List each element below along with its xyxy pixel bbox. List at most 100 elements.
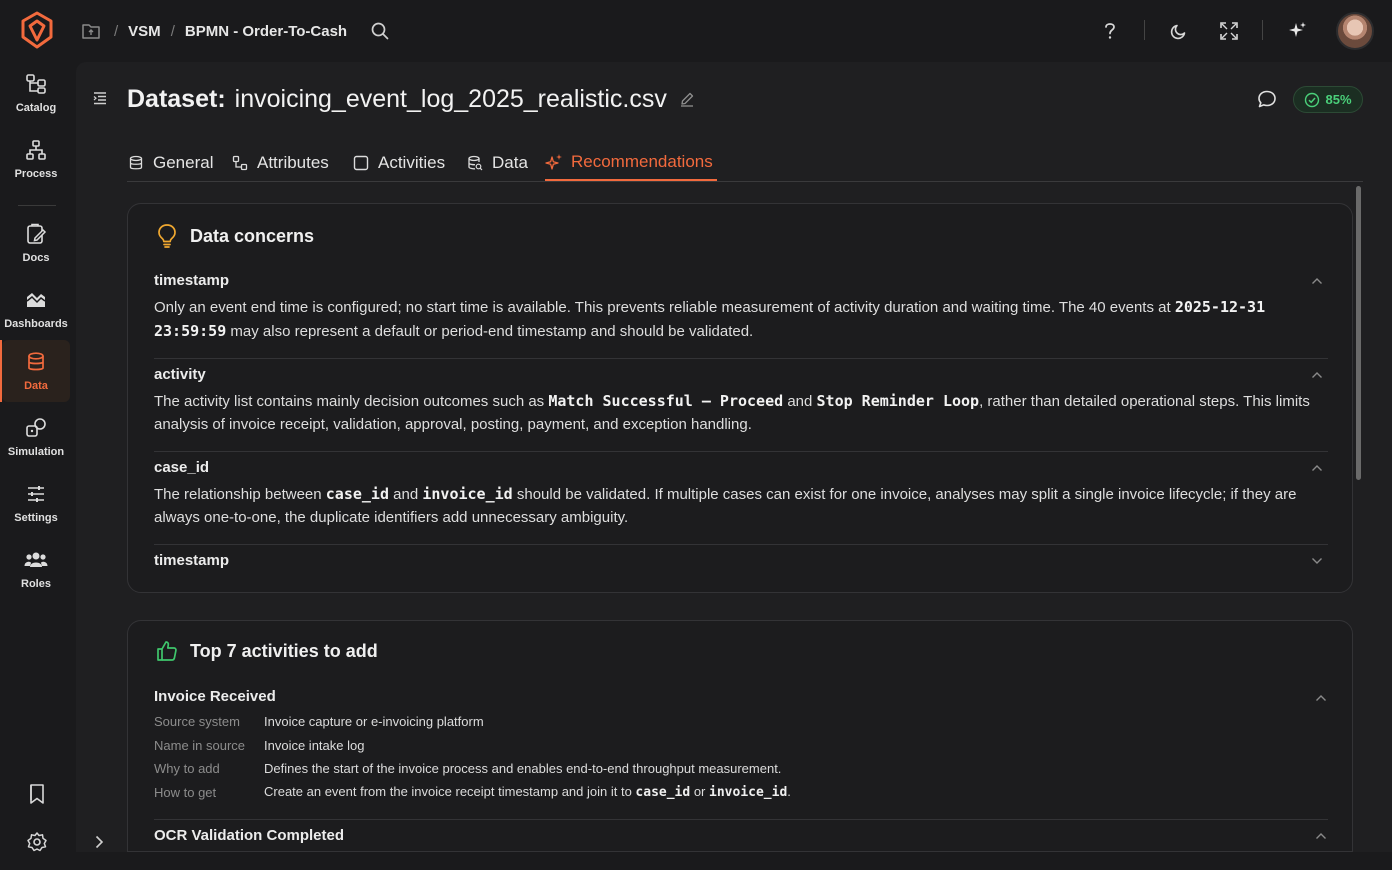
chevron-up-icon[interactable]: [1314, 829, 1328, 843]
sidebar-item-label: Docs: [22, 252, 50, 264]
process-icon: [24, 138, 48, 162]
sidebar-item-dashboards[interactable]: Dashboards: [2, 278, 70, 340]
sidebar-item-docs[interactable]: Docs: [2, 212, 70, 274]
tab-attributes[interactable]: Attributes: [231, 144, 329, 181]
concern-title: timestamp: [154, 272, 230, 289]
tab-general[interactable]: General: [127, 144, 213, 181]
users-icon: [24, 548, 48, 572]
breadcrumb-item-current[interactable]: BPMN - Order-To-Cash: [185, 23, 347, 40]
tab-activities[interactable]: Activities: [352, 144, 445, 181]
card-title: Data concerns: [190, 225, 315, 246]
sidebar-item-simulation[interactable]: Simulation: [2, 406, 70, 468]
folder-icon[interactable]: [80, 20, 102, 42]
avatar[interactable]: [1336, 12, 1374, 50]
sidebar-item-label: Dashboards: [4, 318, 68, 330]
concern-description: The relationship between case_id and inv…: [154, 485, 1297, 526]
concern-description: The activity list contains mainly decisi…: [154, 392, 1310, 433]
scrollbar[interactable]: [1356, 186, 1361, 480]
divider: [154, 358, 1328, 359]
data-concerns-card: Data concerns timestamp Only an event en…: [127, 203, 1353, 593]
breadcrumb-separator: /: [114, 22, 119, 40]
activity-title[interactable]: Invoice Received: [154, 688, 276, 705]
chevron-down-icon[interactable]: [1310, 554, 1324, 568]
database-search-icon: [466, 154, 484, 172]
sidebar-item-data[interactable]: Data: [2, 340, 70, 402]
activity-detail-row: Source system Invoice capture or e-invoi…: [154, 713, 484, 729]
page-title-label: Dataset:: [127, 84, 226, 113]
search-icon[interactable]: [369, 20, 391, 42]
sidebar-divider: [18, 205, 56, 206]
card-header: Top 7 activities to add: [154, 637, 378, 665]
tab-bar: General Attributes Activities Data Recom…: [127, 144, 1363, 182]
tab-data[interactable]: Data: [466, 144, 528, 181]
tab-label: Data: [492, 152, 528, 172]
tab-label: General: [153, 152, 214, 172]
card-title: Top 7 activities to add: [190, 640, 378, 661]
bookmark-icon[interactable]: [26, 783, 48, 805]
activity-title[interactable]: OCR Validation Completed: [154, 827, 344, 844]
activity-detail-row: Name in source Invoice intake log: [154, 737, 365, 753]
chevron-up-icon[interactable]: [1310, 368, 1324, 382]
dataset-name: invoicing_event_log_2025_realistic.csv: [234, 84, 667, 113]
breadcrumb: / VSM / BPMN - Order-To-Cash: [80, 19, 391, 43]
toolbar-divider: [1144, 20, 1145, 40]
comment-icon[interactable]: [1256, 88, 1278, 110]
tab-label: Activities: [378, 152, 446, 172]
chevron-up-icon[interactable]: [1310, 461, 1324, 475]
top-bar: / VSM / BPMN - Order-To-Cash: [0, 0, 1392, 62]
dashboards-icon: [24, 288, 48, 312]
quality-score-value: 85%: [1325, 92, 1352, 107]
collapse-list-icon[interactable]: [90, 88, 110, 108]
concern-item[interactable]: case_id The relationship between case_id…: [154, 458, 1328, 529]
sparkle-icon: [545, 153, 563, 171]
chevron-up-icon[interactable]: [1314, 691, 1328, 705]
square-icon: [352, 154, 370, 172]
tab-label: Attributes: [257, 152, 329, 172]
concern-title: activity: [154, 366, 206, 383]
activity-detail-row: How to get Create an event from the invo…: [154, 784, 791, 800]
gear-icon[interactable]: [26, 831, 48, 853]
sidebar-item-label: Roles: [21, 578, 51, 590]
concern-description: Only an event end time is configured; no…: [154, 298, 1266, 340]
sidebar: Catalog Process Docs Dashboards Data Sim…: [0, 62, 74, 870]
breadcrumb-item-vsm[interactable]: VSM: [128, 23, 161, 40]
sidebar-item-label: Process: [14, 168, 58, 180]
attributes-icon: [231, 154, 249, 172]
sliders-icon: [24, 482, 48, 506]
concern-title: case_id: [154, 459, 210, 476]
sidebar-item-label: Simulation: [7, 446, 65, 458]
ai-sparkle-icon[interactable]: [1285, 18, 1309, 44]
divider: [154, 451, 1328, 452]
catalog-icon: [24, 72, 48, 96]
simulation-icon: [24, 416, 48, 440]
divider: [154, 544, 1328, 545]
database-icon: [127, 154, 145, 172]
app-logo-icon[interactable]: [20, 11, 54, 49]
fullscreen-icon[interactable]: [1218, 18, 1240, 44]
concern-item[interactable]: timestamp: [154, 551, 1328, 571]
database-icon: [24, 350, 48, 374]
concern-title: timestamp: [154, 552, 230, 569]
check-circle-icon: [1304, 92, 1320, 108]
activity-detail-row: Why to add Defines the start of the invo…: [154, 760, 782, 776]
sidebar-item-roles[interactable]: Roles: [2, 538, 70, 600]
chevron-up-icon[interactable]: [1310, 274, 1324, 288]
pencil-icon[interactable]: [679, 90, 697, 108]
sidebar-item-process[interactable]: Process: [2, 128, 70, 190]
sidebar-item-label: Settings: [14, 512, 58, 524]
sidebar-item-label: Data: [24, 380, 48, 392]
dark-mode-icon[interactable]: [1168, 18, 1190, 44]
chevron-right-icon[interactable]: [90, 833, 108, 851]
card-header: Data concerns: [154, 222, 314, 250]
tab-recommendations[interactable]: Recommendations: [545, 144, 717, 181]
quality-score-badge[interactable]: 85%: [1293, 86, 1363, 113]
activities-to-add-card: Top 7 activities to add Invoice Received…: [127, 620, 1353, 852]
sidebar-item-settings[interactable]: Settings: [2, 472, 70, 534]
concern-item[interactable]: timestamp Only an event end time is conf…: [154, 271, 1328, 343]
page-title: Dataset: invoicing_event_log_2025_realis…: [127, 82, 697, 116]
toolbar-divider: [1262, 20, 1263, 40]
sidebar-item-catalog[interactable]: Catalog: [2, 62, 70, 124]
divider: [154, 819, 1328, 820]
concern-item[interactable]: activity The activity list contains main…: [154, 365, 1328, 436]
help-icon[interactable]: [1099, 18, 1121, 44]
